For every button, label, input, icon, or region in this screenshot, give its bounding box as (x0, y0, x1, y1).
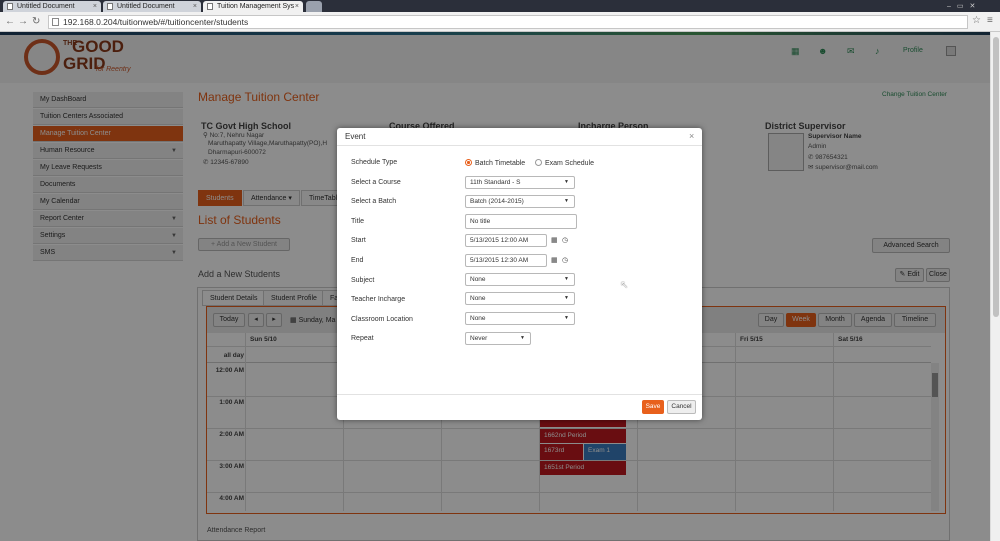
url-text: 192.168.0.204/tuitionweb/#/tuitioncenter… (63, 17, 249, 27)
schedule-type-label: Schedule Type (351, 159, 398, 166)
start-input[interactable]: 5/13/2015 12:00 AM (465, 234, 547, 247)
teacher-label: Teacher Incharge (351, 296, 406, 303)
close-icon[interactable]: × (295, 1, 299, 12)
scrollbar-thumb[interactable] (993, 37, 999, 317)
back-icon[interactable]: ← (5, 15, 15, 29)
end-label: End (351, 257, 364, 264)
start-label: Start (351, 237, 366, 244)
close-icon[interactable]: × (93, 1, 97, 12)
dialog-title: Event (345, 132, 366, 141)
dialog-footer-divider (337, 394, 702, 395)
tab-title: Untitled Document (17, 3, 75, 10)
page-icon (52, 18, 59, 26)
end-input[interactable]: 5/13/2015 12:30 AM (465, 254, 547, 267)
radio-selected-icon[interactable] (465, 159, 472, 166)
course-select[interactable]: 11th Standard - S (465, 176, 575, 189)
reload-icon[interactable]: ↻ (32, 15, 40, 29)
window-controls[interactable]: –▭✕ (947, 2, 997, 11)
event-dialog: Event × Schedule Type Batch Timetable Ex… (337, 128, 702, 420)
close-icon[interactable]: × (193, 1, 197, 12)
subject-label: Subject (351, 277, 375, 284)
calendar-icon[interactable]: ▦ (551, 237, 559, 245)
radio-icon[interactable] (535, 159, 542, 166)
page-scrollbar[interactable] (990, 32, 1000, 541)
mouse-cursor-icon: ↖ (620, 280, 629, 291)
new-tab-button[interactable] (306, 1, 322, 12)
tab-title: Untitled Document (117, 3, 175, 10)
calendar-icon[interactable]: ▦ (551, 257, 559, 265)
document-icon (107, 3, 113, 10)
address-bar[interactable]: 192.168.0.204/tuitionweb/#/tuitioncenter… (48, 15, 968, 29)
title-label: Title (351, 218, 364, 225)
browser-tab-active[interactable]: Tuition Management Sys × (203, 1, 303, 12)
batch-label: Select a Batch (351, 198, 397, 205)
title-input[interactable]: No title (465, 214, 577, 229)
radio-exam-schedule[interactable]: Exam Schedule (535, 159, 594, 167)
radio-batch-timetable[interactable]: Batch Timetable (465, 159, 525, 167)
subject-select[interactable]: None (465, 273, 575, 286)
save-button[interactable]: Save (642, 400, 664, 414)
repeat-select[interactable]: Never (465, 332, 531, 345)
classroom-select[interactable]: None (465, 312, 575, 325)
dialog-header (337, 128, 702, 146)
teacher-select[interactable]: None (465, 292, 575, 305)
clock-icon[interactable]: ◷ (562, 237, 570, 245)
browser-toolbar: ← → ↻ 192.168.0.204/tuitionweb/#/tuition… (0, 12, 1000, 32)
tab-title: Tuition Management Sys (217, 3, 295, 10)
repeat-label: Repeat (351, 335, 374, 342)
course-label: Select a Course (351, 179, 401, 186)
clock-icon[interactable]: ◷ (562, 257, 570, 265)
browser-tab[interactable]: Untitled Document × (3, 1, 101, 12)
browser-tab[interactable]: Untitled Document × (103, 1, 201, 12)
forward-icon[interactable]: → (18, 15, 28, 29)
document-icon (7, 3, 13, 10)
close-icon[interactable]: × (689, 131, 694, 141)
classroom-label: Classroom Location (351, 316, 413, 323)
cancel-button[interactable]: Cancel (667, 400, 696, 414)
batch-select[interactable]: Batch (2014-2015) (465, 195, 575, 208)
menu-icon[interactable]: ≡ (987, 14, 993, 28)
document-icon (207, 3, 213, 10)
star-icon[interactable]: ☆ (972, 14, 981, 28)
browser-tab-bar: Untitled Document × Untitled Document × … (0, 0, 1000, 12)
